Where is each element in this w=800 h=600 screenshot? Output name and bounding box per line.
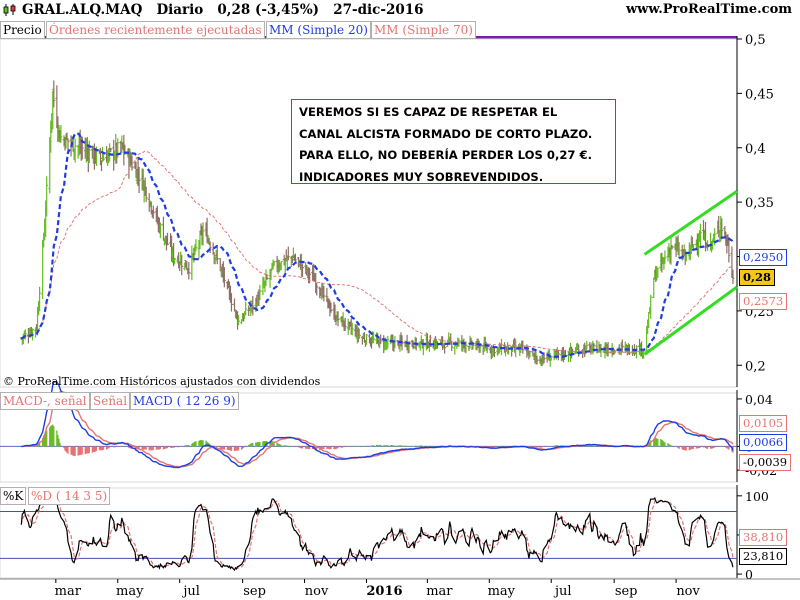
chart-canvas: 0,20,250,30,350,40,450,50,040-0,02100500… — [0, 33, 800, 599]
y-tick-label: 0,45 — [745, 87, 774, 102]
credit-text: © ProRealTime.com Históricos ajustados c… — [3, 375, 321, 388]
y-tick-label: 0,5 — [745, 33, 766, 48]
y-tick-label: 0,2 — [745, 359, 766, 374]
legend-signal[interactable]: Señal — [90, 392, 131, 410]
legend-k[interactable]: %K — [0, 487, 27, 505]
legend-price[interactable]: Precio — [0, 21, 45, 39]
x-tick-label: jul — [553, 584, 572, 599]
x-tick-label: mar — [55, 584, 82, 599]
y-tick-label: 0,04 — [745, 392, 773, 407]
x-tick-label: sep — [243, 584, 266, 599]
ma70-price-label: 0,2573 — [739, 293, 788, 310]
legend-orders[interactable]: Órdenes recientemente ejecutadas — [46, 21, 265, 39]
x-tick-label: nov — [305, 584, 329, 599]
legend-ma70[interactable]: MM (Simple 70) — [371, 21, 476, 39]
last-price-label: 0,28 — [739, 269, 776, 286]
legend-macd[interactable]: MACD ( 12 26 9) — [130, 392, 239, 410]
y-tick-label: 0 — [745, 567, 753, 582]
y-tick-label: 0,35 — [745, 196, 774, 211]
analysis-annotation: VEREMOS SI ES CAPAZ DE RESPETAR EL CANAL… — [291, 99, 616, 184]
x-tick-label: 2016 — [366, 584, 402, 599]
y-tick-label: 0,4 — [745, 142, 766, 157]
ma20-price-label: 0,2950 — [739, 249, 788, 266]
channel-lower-line — [643, 285, 738, 356]
x-tick-label: may — [488, 584, 516, 599]
annotation-line: VEREMOS SI ES CAPAZ DE RESPETAR EL — [299, 105, 558, 119]
x-tick-label: sep — [615, 584, 638, 599]
signal-value-label: 0,0105 — [739, 415, 788, 432]
y-tick-label: 100 — [745, 489, 769, 504]
annotation-line: CANAL ALCISTA FORMADO DE CORTO PLAZO. — [299, 126, 593, 141]
stoch-k-line — [20, 496, 734, 572]
d-value-label: 38,810 — [739, 529, 788, 546]
histogram-value-label: -0,0039 — [739, 454, 792, 471]
legend-macd-signal[interactable]: MACD-, señal — [0, 392, 90, 410]
annotation-line: PARA ELLO, NO DEBERÍA PERDER LOS 0,27 €. — [299, 148, 592, 162]
annotation-line: INDICADORES MUY SOBREVENDIDOS. — [299, 169, 544, 184]
panel-frame — [0, 38, 738, 388]
legend-d[interactable]: %D ( 14 3 5) — [28, 487, 111, 505]
macd-value-label: 0,0066 — [739, 434, 788, 451]
macd-histogram — [21, 424, 734, 457]
x-tick-label: may — [116, 584, 144, 599]
legend-ma20[interactable]: MM (Simple 20) — [266, 21, 371, 39]
stoch-d-line — [20, 497, 734, 570]
x-tick-label: mar — [426, 584, 453, 599]
x-tick-label: nov — [676, 584, 700, 599]
x-tick-label: jul — [181, 584, 200, 599]
k-value-label: 23,810 — [739, 548, 788, 565]
